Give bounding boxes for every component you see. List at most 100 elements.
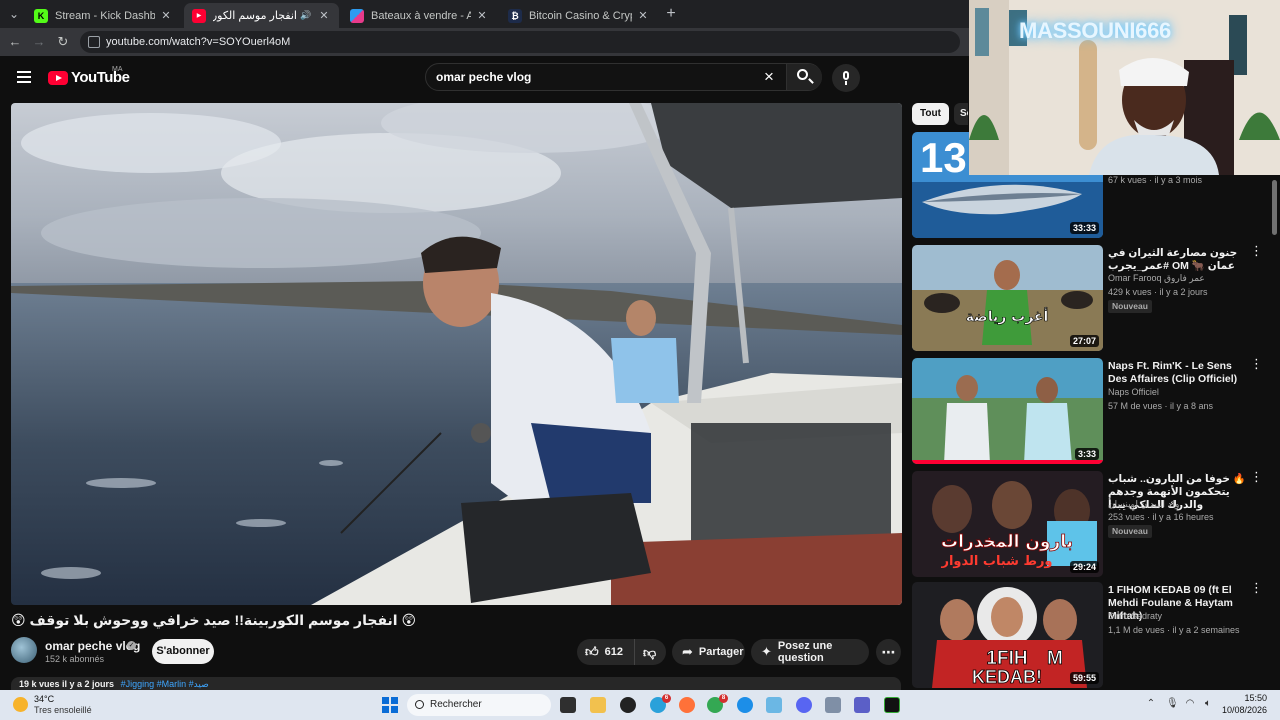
site-info-icon[interactable] xyxy=(88,36,100,48)
description-box[interactable]: 19 k vues il y a 2 jours #Jigging #Marli… xyxy=(11,677,901,691)
video-meta: 57 M de vues · il y a 8 ans xyxy=(1108,401,1214,411)
share-button[interactable]: ➦ Partager xyxy=(672,639,745,665)
microphone-icon[interactable]: 🎙︎ xyxy=(1166,698,1179,710)
youtube-play-icon xyxy=(48,70,68,85)
start-tile xyxy=(391,697,398,704)
sidebar-scrollbar[interactable] xyxy=(1272,160,1278,690)
video-thumbnail[interactable]: 1FIH M KEDAB! 59:55 xyxy=(912,582,1103,688)
channel-name[interactable]: Naps Officiel xyxy=(1108,387,1159,397)
scroll-thumb[interactable] xyxy=(1272,180,1277,235)
windows-start-icon[interactable] xyxy=(382,697,398,713)
telegram-icon[interactable]: 6 xyxy=(650,694,671,713)
video-player[interactable] xyxy=(11,103,902,605)
search-icon xyxy=(797,69,808,80)
thumbs-down-icon: 👎︎ xyxy=(643,645,657,660)
channel-name[interactable]: Omar Farooq عمر فاروق xyxy=(1108,273,1205,284)
weather-condition[interactable]: Tres ensoleillé xyxy=(34,705,92,715)
recommendation-item[interactable]: أغرب رياضة 27:07 جنون مصارعة الثيران في … xyxy=(912,244,1272,351)
tab-avito[interactable]: Bateaux à vendre - Avito Maroc ✕ xyxy=(342,3,497,28)
new-tab-icon[interactable]: + xyxy=(662,4,680,24)
video-meta: 1,1 M de vues · il y a 2 semaines xyxy=(1108,625,1240,635)
more-options-icon[interactable]: ⋮ xyxy=(1250,470,1263,489)
start-tile xyxy=(391,706,398,713)
dislike-button[interactable]: 👎︎ xyxy=(635,639,666,665)
file-explorer-icon[interactable] xyxy=(590,697,606,713)
notification-badge: 8 xyxy=(719,694,728,703)
country-code: MA xyxy=(112,66,123,73)
search-input[interactable] xyxy=(436,64,756,90)
video-title[interactable]: Naps Ft. Rim'K - Le Sens Des Affaires (C… xyxy=(1108,360,1248,386)
tab-title: انفجار موسم الكورينة (1240) xyxy=(213,10,297,22)
close-tab-icon[interactable]: ✕ xyxy=(317,9,331,22)
obs-icon[interactable] xyxy=(620,697,636,713)
tab-search-icon[interactable]: ⌄ xyxy=(4,4,24,24)
video-duration: 33:33 xyxy=(1069,222,1099,234)
more-options-icon[interactable]: ⋮ xyxy=(1250,581,1263,600)
close-tab-icon[interactable]: ✕ xyxy=(636,9,650,22)
hashtags[interactable]: #Jigging #Marlin #صيد xyxy=(121,679,209,689)
terminal-icon[interactable] xyxy=(884,697,900,713)
taskbar-search[interactable]: Rechercher xyxy=(407,694,551,716)
wifi-icon[interactable]: ◠ xyxy=(1184,698,1196,710)
edge-icon[interactable] xyxy=(737,697,753,713)
reload-icon[interactable]: ↻ xyxy=(54,33,72,51)
thumbnail-art xyxy=(912,358,1103,464)
sun-icon[interactable] xyxy=(13,697,28,712)
weather-temperature[interactable]: 34°C xyxy=(34,694,54,704)
task-view-icon[interactable] xyxy=(560,697,576,713)
more-options-icon[interactable]: ⋮ xyxy=(1250,357,1263,376)
hamburger-menu-icon[interactable] xyxy=(17,71,31,83)
recommendation-item[interactable]: بارون المخدرات ورط شباب الدوار 29:24 🔥 خ… xyxy=(912,470,1272,577)
video-duration: 27:07 xyxy=(1069,335,1099,347)
share-label: Partager xyxy=(698,646,744,658)
subscribe-button[interactable]: S'abonner xyxy=(152,639,214,664)
tab-kick-dashboard[interactable]: K Stream - Kick Dashboard ✕ xyxy=(26,3,181,28)
avito-icon xyxy=(350,8,364,23)
video-title[interactable]: جنون مصارعة الثيران في عمان 🐂 OM #عمر_يج… xyxy=(1108,247,1248,273)
video-thumbnail[interactable]: أغرب رياضة 27:07 xyxy=(912,245,1103,351)
address-bar[interactable]: youtube.com/watch?v=SOYOuerl4oM xyxy=(80,31,960,53)
thumb-caption: ورط شباب الدوار xyxy=(940,554,1052,569)
thumb-caption: M xyxy=(1047,648,1063,669)
tab-casino[interactable]: ₿ Bitcoin Casino & Crypto Betting ✕ xyxy=(500,3,658,28)
channel-name[interactable]: ولد البيدان لوينسان xyxy=(1108,499,1179,510)
chevron-up-icon[interactable]: ⌃ xyxy=(1145,698,1157,710)
video-thumbnail[interactable]: 3:33 xyxy=(912,358,1103,464)
close-tab-icon[interactable]: ✕ xyxy=(159,9,173,22)
forward-arrow-icon[interactable]: → xyxy=(30,33,48,51)
youtube-logo[interactable]: YouTube MA xyxy=(48,66,130,86)
clock-date[interactable]: 10/08/2026 xyxy=(1220,705,1267,715)
chrome-icon[interactable]: 8 xyxy=(707,694,728,713)
search-button[interactable] xyxy=(786,64,822,90)
snipping-tool-icon[interactable] xyxy=(825,697,841,713)
tab-youtube-video[interactable]: ▶ انفجار موسم الكورينة (1240) 🔊 ✕ xyxy=(184,3,339,28)
firefox-icon[interactable] xyxy=(679,697,695,713)
video-meta: 429 k vues · il y a 2 jours xyxy=(1108,287,1208,297)
voice-search-button[interactable] xyxy=(832,64,860,92)
clock-time[interactable]: 15:50 xyxy=(1225,693,1267,703)
tab-title: Stream - Kick Dashboard xyxy=(55,9,155,22)
ask-question-button[interactable]: ✦ Posez une question xyxy=(751,639,869,665)
like-button[interactable]: 👍︎ 612 xyxy=(577,639,635,665)
chip-second[interactable]: So xyxy=(954,103,968,125)
video-thumbnail[interactable]: بارون المخدرات ورط شباب الدوار 29:24 xyxy=(912,471,1103,577)
recommendation-item[interactable]: 1FIH M KEDAB! 59:55 1 FIHOM KEDAB 09 (ft… xyxy=(912,581,1272,688)
channel-avatar[interactable] xyxy=(11,637,37,663)
screen: ⌄ K Stream - Kick Dashboard ✕ ▶ انفجار م… xyxy=(0,0,1280,720)
discord-icon[interactable] xyxy=(796,697,812,713)
clear-search-icon[interactable]: × xyxy=(761,68,777,85)
photos-icon[interactable] xyxy=(766,697,782,713)
close-tab-icon[interactable]: ✕ xyxy=(475,9,489,22)
more-actions-icon[interactable]: ⋯ xyxy=(876,639,901,665)
volume-icon[interactable]: 🔈︎ xyxy=(1202,698,1214,710)
subscriber-count: 152 k abonnés xyxy=(45,654,105,664)
microphone-stand xyxy=(845,81,847,85)
casino-icon: ₿ xyxy=(508,8,522,23)
more-options-icon[interactable]: ⋮ xyxy=(1250,244,1263,263)
chip-all[interactable]: Tout xyxy=(912,103,949,125)
back-arrow-icon[interactable]: ← xyxy=(6,33,24,51)
speaker-icon[interactable]: 🔊 xyxy=(299,10,313,21)
channel-name[interactable]: Simo Sedraty xyxy=(1108,611,1162,621)
teams-icon[interactable] xyxy=(854,697,870,713)
recommendation-item[interactable]: 3:33 Naps Ft. Rim'K - Le Sens Des Affair… xyxy=(912,357,1272,464)
